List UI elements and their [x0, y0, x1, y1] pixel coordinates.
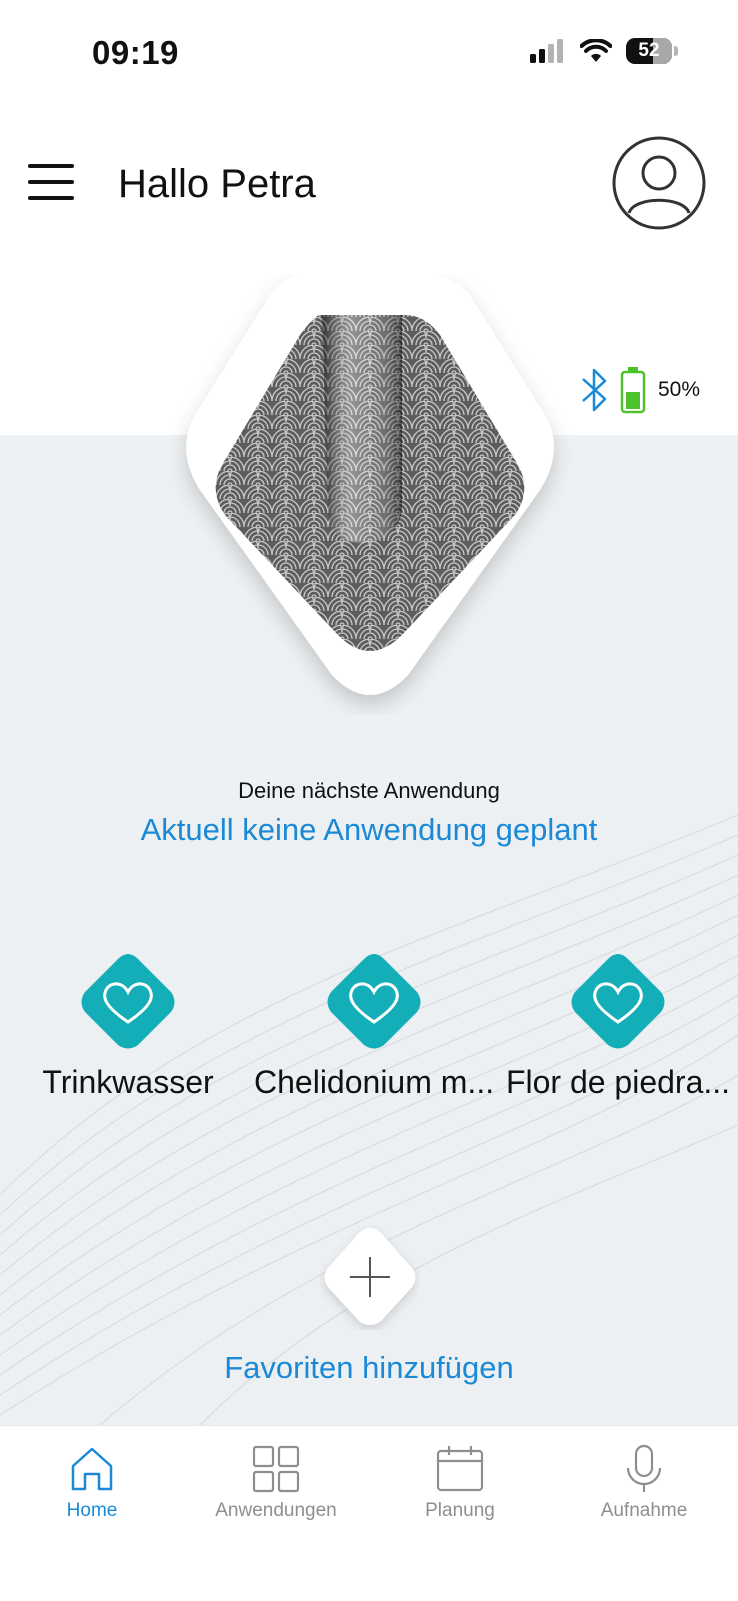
heart-icon: [571, 954, 665, 1049]
nav-home[interactable]: Home: [0, 1444, 184, 1522]
calendar-icon: [436, 1446, 484, 1492]
status-time: 09:19: [92, 34, 179, 71]
add-favorite-button[interactable]: [320, 1225, 420, 1330]
next-application-value[interactable]: Aktuell keine Anwendung geplant: [0, 812, 738, 848]
heart-icon: [81, 954, 175, 1049]
bluetooth-icon: [582, 368, 607, 412]
wifi-icon: [580, 39, 612, 62]
favorite-item-trinkwasser[interactable]: Trinkwasser: [8, 952, 248, 1101]
hamburger-menu-icon[interactable]: [28, 164, 74, 200]
nav-planung[interactable]: Planung: [368, 1444, 552, 1522]
favorite-label: Trinkwasser: [42, 1064, 214, 1100]
header: Hallo Petra: [0, 120, 738, 250]
device-status: 50%: [580, 366, 700, 414]
device-image: [160, 273, 580, 715]
nav-label: Planung: [425, 1500, 495, 1521]
favorite-item-chelidonium[interactable]: Chelidonium m...: [254, 952, 494, 1101]
grid-icon: [252, 1445, 300, 1493]
battery-level: 52: [638, 40, 660, 61]
nav-label: Anwendungen: [215, 1500, 337, 1521]
status-icons: 52: [530, 38, 678, 64]
signal-icon: [530, 39, 563, 63]
status-bar: 09:19 52: [0, 0, 738, 110]
page-title: Hallo Petra: [118, 162, 316, 206]
nav-label: Aufnahme: [600, 1500, 688, 1521]
battery-percent: 50%: [658, 378, 701, 401]
favorite-label: Chelidonium m...: [254, 1064, 495, 1100]
next-application-label: Deine nächste Anwendung: [238, 778, 500, 803]
favorite-label: Flor de piedra...: [505, 1064, 731, 1100]
device-battery-icon: [620, 367, 646, 414]
home-icon: [71, 1447, 113, 1491]
nav-label: Home: [66, 1500, 118, 1521]
microphone-icon: [626, 1444, 662, 1492]
add-favorites-label[interactable]: Favoriten hinzufügen: [0, 1350, 738, 1386]
nav-aufnahme[interactable]: Aufnahme: [552, 1444, 736, 1522]
bottom-nav: Home Anwendungen Planung Aufnahme: [0, 1425, 738, 1601]
nav-anwendungen[interactable]: Anwendungen: [184, 1444, 368, 1522]
user-avatar-icon[interactable]: [612, 136, 706, 230]
battery-icon: 52: [626, 38, 672, 64]
favorite-item-flor-de-piedra[interactable]: Flor de piedra...: [498, 952, 738, 1101]
heart-icon: [327, 954, 421, 1049]
